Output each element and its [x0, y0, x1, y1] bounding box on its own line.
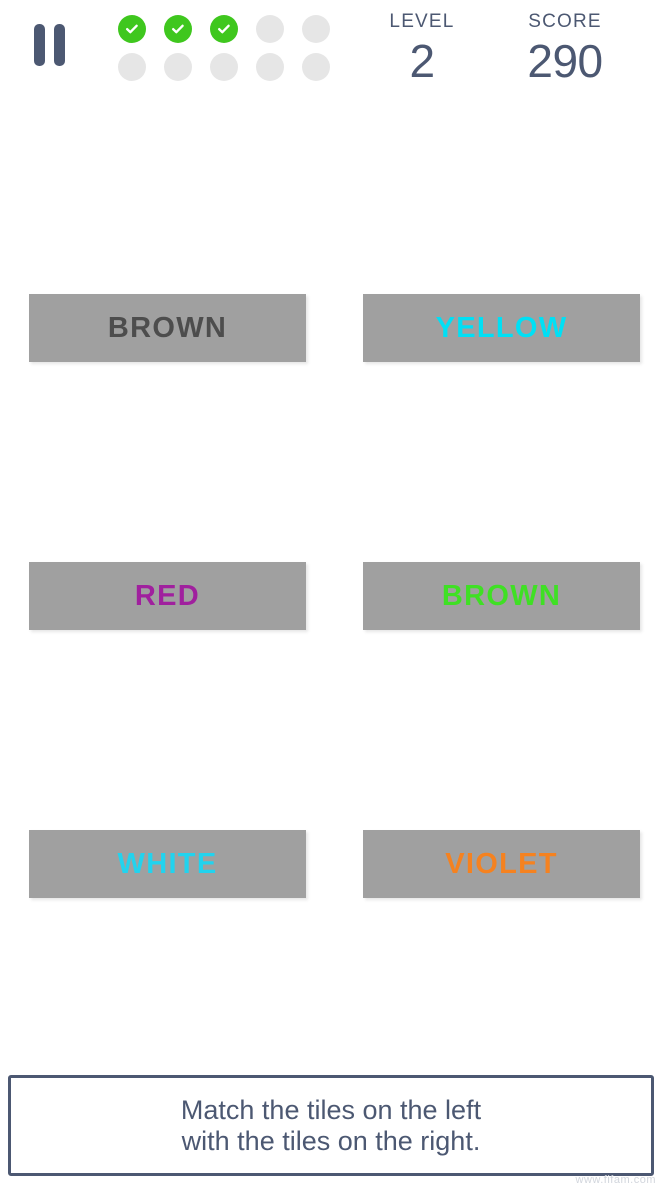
instruction-line-1: Match the tiles on the left — [180, 1094, 482, 1125]
instruction-text: Match the tiles on the left with the til… — [161, 1095, 501, 1157]
tile-label: WHITE — [117, 848, 218, 880]
instruction-panel: Match the tiles on the left with the til… — [8, 1075, 654, 1176]
tile-right-row3[interactable]: VIOLET — [363, 830, 640, 898]
tile-left-row3[interactable]: WHITE — [29, 830, 306, 898]
tile-label: BROWN — [441, 580, 562, 612]
tile-label: YELLOW — [435, 312, 568, 344]
tile-board: BROWN YELLOW RED BROWN WHITE VIOLET — [0, 0, 670, 1060]
instruction-line-2: with the tiles on the right. — [181, 1125, 481, 1156]
tile-label: VIOLET — [445, 848, 558, 880]
tile-left-row2[interactable]: RED — [29, 562, 306, 630]
tile-label: BROWN — [107, 312, 228, 344]
tile-label: RED — [134, 580, 201, 612]
tile-right-row2[interactable]: BROWN — [363, 562, 640, 630]
tile-right-row1[interactable]: YELLOW — [363, 294, 640, 362]
tile-left-row1[interactable]: BROWN — [29, 294, 306, 362]
